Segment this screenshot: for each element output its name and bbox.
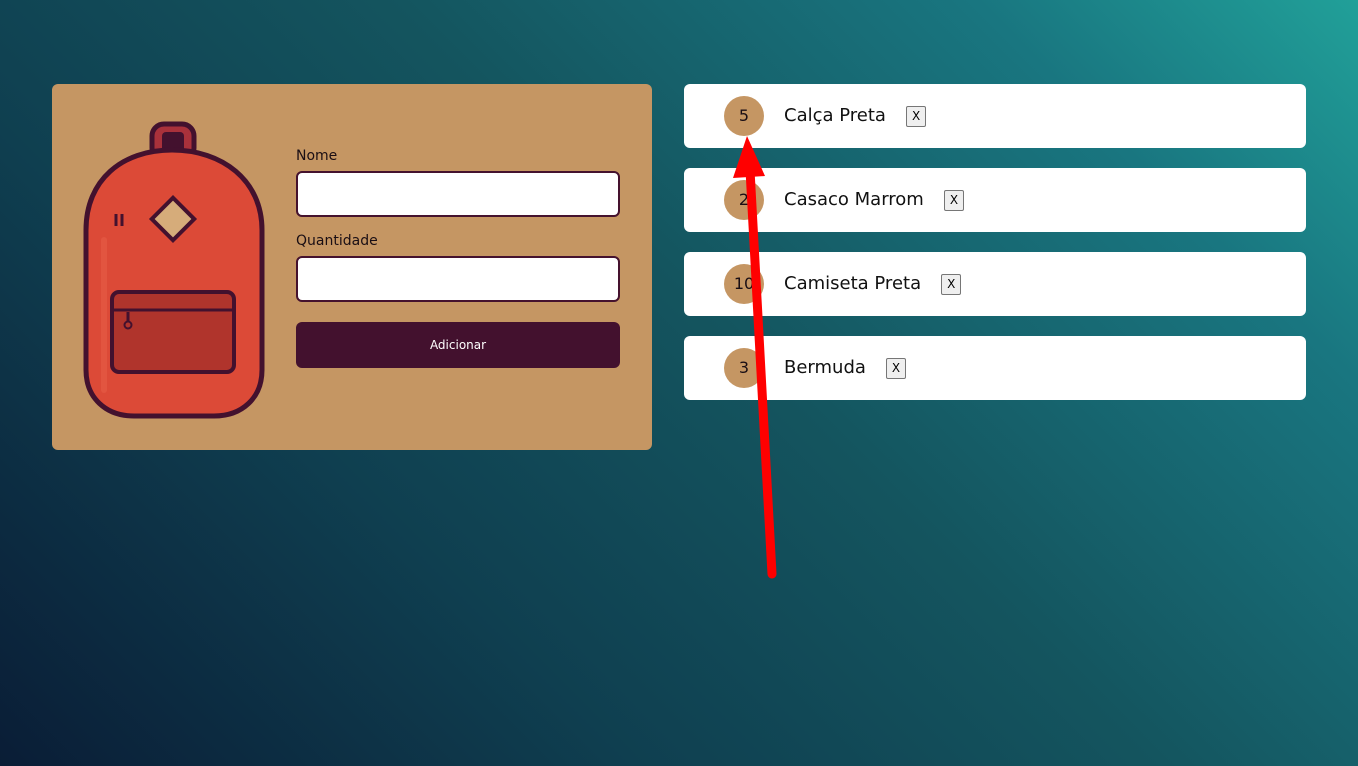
add-button[interactable]: Adicionar	[296, 322, 620, 368]
remove-button[interactable]: X	[943, 189, 965, 211]
list-item: 2 Casaco Marrom X	[684, 168, 1306, 232]
name-label: Nome	[296, 148, 338, 164]
remove-button[interactable]: X	[885, 357, 907, 379]
item-name: Bermuda	[784, 357, 866, 378]
item-list: 5 Calça Preta X 2 Casaco Marrom X 10 Camis…	[684, 84, 1306, 420]
item-name-wrapper: Calça Preta X	[784, 84, 927, 148]
item-name: Camiseta Preta	[784, 273, 922, 294]
list-item: 5 Calça Preta X	[684, 84, 1306, 148]
name-input[interactable]	[296, 171, 620, 217]
item-name: Calça Preta	[784, 105, 886, 126]
item-name-wrapper: Bermuda X	[784, 336, 907, 400]
quantity-input[interactable]	[296, 256, 620, 302]
quantity-badge: 5	[724, 96, 764, 136]
remove-button[interactable]: X	[905, 105, 927, 127]
name-field-group: Nome	[296, 148, 620, 217]
add-item-form: Nome Quantidade Adicionar	[296, 148, 620, 368]
remove-button[interactable]: X	[941, 273, 962, 295]
item-name-wrapper: Camiseta Preta X	[784, 252, 962, 316]
item-name-wrapper: Casaco Marrom X	[784, 168, 965, 232]
quantity-label: Quantidade	[296, 233, 378, 249]
quantity-field-group: Quantidade	[296, 233, 620, 302]
quantity-badge: 2	[724, 180, 764, 220]
add-item-card: Nome Quantidade Adicionar	[52, 84, 652, 450]
quantity-badge: 10	[724, 264, 764, 304]
list-item: 3 Bermuda X	[684, 336, 1306, 400]
quantity-badge: 3	[724, 348, 764, 388]
list-item: 10 Camiseta Preta X	[684, 252, 1306, 316]
item-name: Casaco Marrom	[784, 189, 924, 210]
backpack-icon	[83, 121, 265, 419]
